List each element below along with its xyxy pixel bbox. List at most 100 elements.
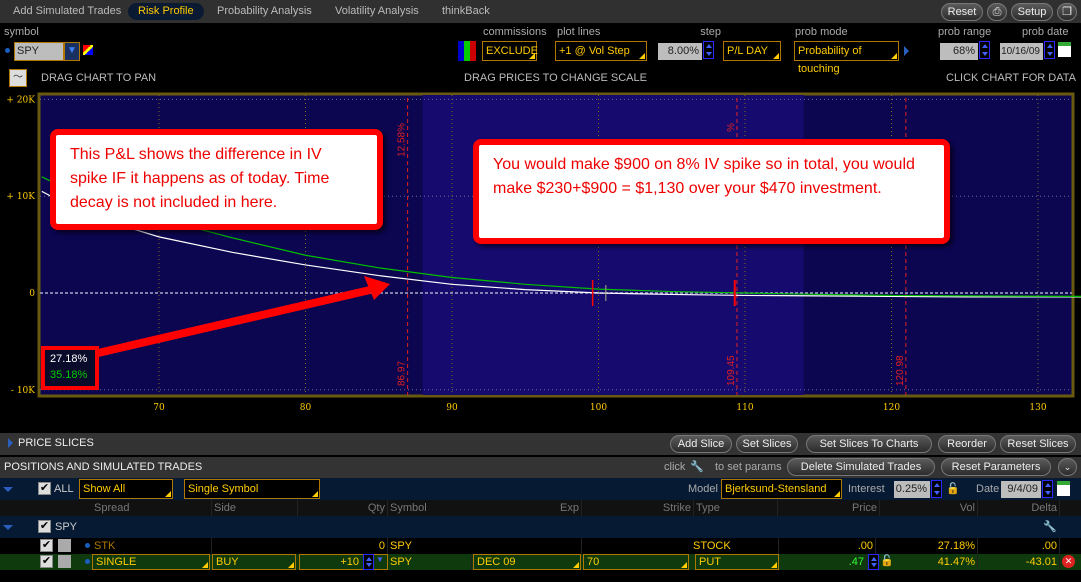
tab-thinkback[interactable]: thinkBack xyxy=(432,3,500,20)
detach-icon[interactable]: ❐ xyxy=(1057,3,1077,21)
collapse-arrow-icon[interactable] xyxy=(3,525,13,530)
color-grid-icon[interactable] xyxy=(458,41,476,61)
col-spread: Spread xyxy=(92,500,212,516)
interest-input[interactable]: 0.25% xyxy=(894,481,930,498)
legend-white: 27.18% xyxy=(50,353,88,365)
col-strike: Strike xyxy=(582,500,694,516)
column-header: Spread Side Qty Symbol Exp Strike Type P… xyxy=(0,500,1081,516)
price-slices-title: PRICE SLICES xyxy=(18,437,94,449)
set-slices-button[interactable]: Set Slices xyxy=(736,435,798,453)
status-dot-icon xyxy=(5,48,10,53)
col-price: Price xyxy=(778,500,880,516)
set-slices-to-charts-button[interactable]: Set Slices To Charts xyxy=(806,435,932,453)
chart-type-icon[interactable]: 〜 xyxy=(9,69,27,87)
chart-toggle-icon[interactable] xyxy=(58,555,71,568)
symbol-input[interactable]: SPY xyxy=(14,42,64,61)
qty-input[interactable]: +10 xyxy=(299,554,388,570)
prob-mode-select[interactable]: Probability of touching xyxy=(794,41,899,75)
price-input[interactable]: .47 xyxy=(779,554,867,570)
collapse-icon[interactable]: ⌄ xyxy=(1058,458,1077,476)
marker-label: 109.45 xyxy=(726,355,737,386)
y-tick-label: 0 xyxy=(29,289,35,299)
prob-date-spinner[interactable] xyxy=(1044,41,1055,59)
symbol-dropdown-icon[interactable]: ▼ xyxy=(64,42,80,61)
step-label: step xyxy=(700,26,721,38)
model-label: Model xyxy=(688,483,718,495)
step-spinner[interactable] xyxy=(703,41,714,59)
x-tick-label: 110 xyxy=(736,403,753,413)
strike-select[interactable]: 70 xyxy=(583,554,689,570)
plot-lines-select[interactable]: +1 @ Vol Step xyxy=(555,41,647,61)
prob-range-input[interactable]: 68% xyxy=(940,43,978,60)
drag-scale-hint: DRAG PRICES TO CHANGE SCALE xyxy=(464,72,647,84)
pl-mode-select[interactable]: P/L DAY xyxy=(723,41,781,61)
model-select[interactable]: Bjerksund-Stensland xyxy=(721,479,842,499)
y-tick-label: - 10K xyxy=(11,386,35,396)
cell-vol: 27.18% xyxy=(878,538,978,554)
commissions-label: commissions xyxy=(483,26,547,38)
commissions-select[interactable]: EXCLUDE xyxy=(482,41,538,61)
calendar-icon[interactable] xyxy=(1057,481,1070,496)
reset-parameters-button[interactable]: Reset Parameters xyxy=(941,458,1051,476)
date-spinner[interactable] xyxy=(1042,480,1053,498)
group-row-spy: ✔ SPY 🔧 xyxy=(0,516,1081,538)
reorder-button[interactable]: Reorder xyxy=(938,435,996,453)
row-checkbox[interactable]: ✔ xyxy=(40,555,53,568)
filter-select[interactable]: Show All xyxy=(79,479,173,499)
legend-green: 35.18% xyxy=(50,369,88,381)
symbol-label: symbol xyxy=(4,26,39,38)
calendar-icon[interactable] xyxy=(1058,42,1071,57)
x-tick-label: 80 xyxy=(300,403,312,413)
cell-symbol: SPY xyxy=(388,554,472,570)
group-label: SPY xyxy=(55,521,78,533)
spread-select[interactable]: SINGLE xyxy=(92,554,210,570)
all-checkbox[interactable]: ✔ xyxy=(38,482,51,495)
expand-arrow-icon[interactable] xyxy=(904,46,909,56)
link-color-icon[interactable] xyxy=(83,45,93,55)
callout-left: This P&L shows the difference in IV spik… xyxy=(50,129,383,230)
side-select[interactable]: BUY xyxy=(212,554,296,570)
tab-probability-analysis[interactable]: Probability Analysis xyxy=(207,3,322,20)
exp-select[interactable]: DEC 09 xyxy=(473,554,581,570)
tab-volatility-analysis[interactable]: Volatility Analysis xyxy=(325,3,429,20)
all-row: ✔ ALL Show All Single Symbol Model Bjerk… xyxy=(0,478,1081,500)
prob-range-label: prob range xyxy=(938,26,992,38)
marker-top-label: % xyxy=(726,123,737,132)
params-hint: to set params xyxy=(715,461,782,473)
prob-range-spinner[interactable] xyxy=(979,41,990,59)
lock-icon[interactable]: 🔓 xyxy=(946,482,960,495)
delete-simulated-trades-button[interactable]: Delete Simulated Trades xyxy=(787,458,935,476)
positions-bar: POSITIONS AND SIMULATED TRADES click 🔧 t… xyxy=(0,457,1081,478)
interest-label: Interest xyxy=(848,483,885,495)
expand-arrow-icon[interactable] xyxy=(8,438,13,448)
collapse-arrow-icon[interactable] xyxy=(3,487,13,492)
type-select[interactable]: PUT xyxy=(695,554,779,570)
qty-dropdown-icon[interactable]: ▼ xyxy=(376,555,384,564)
setup-button[interactable]: Setup xyxy=(1011,3,1053,21)
qty-spinner[interactable] xyxy=(363,554,374,570)
row-checkbox[interactable]: ✔ xyxy=(40,539,53,552)
reset-slices-button[interactable]: Reset Slices xyxy=(1000,435,1076,453)
add-slice-button[interactable]: Add Slice xyxy=(670,435,732,453)
x-tick-label: 100 xyxy=(590,403,607,413)
date-input[interactable]: 9/4/09 xyxy=(1001,481,1041,498)
wrench-icon[interactable]: 🔧 xyxy=(1043,520,1057,533)
tab-bar: Add Simulated Trades Risk Profile Probab… xyxy=(0,0,1081,23)
step-input[interactable]: 8.00% xyxy=(658,43,702,60)
tab-add-simulated-trades[interactable]: Add Simulated Trades xyxy=(3,3,131,20)
print-icon[interactable]: ⎙ xyxy=(987,3,1007,21)
reset-button[interactable]: Reset xyxy=(941,3,983,21)
remove-icon[interactable]: ✕ xyxy=(1062,555,1075,568)
spy-checkbox[interactable]: ✔ xyxy=(38,520,51,533)
cell-delta: .00 xyxy=(978,538,1060,554)
tab-risk-profile[interactable]: Risk Profile xyxy=(128,3,204,20)
chart-toggle-icon[interactable] xyxy=(58,539,71,552)
cell-qty: 0 xyxy=(298,538,388,554)
prob-date-input[interactable]: 10/16/09 xyxy=(1000,43,1043,60)
x-tick-label: 130 xyxy=(1029,403,1046,413)
cell-delta: -43.01 xyxy=(978,554,1060,570)
mode-select[interactable]: Single Symbol xyxy=(184,479,320,499)
col-exp: Exp xyxy=(510,500,582,516)
interest-spinner[interactable] xyxy=(931,480,942,498)
marker-label: 120.98 xyxy=(895,355,906,386)
